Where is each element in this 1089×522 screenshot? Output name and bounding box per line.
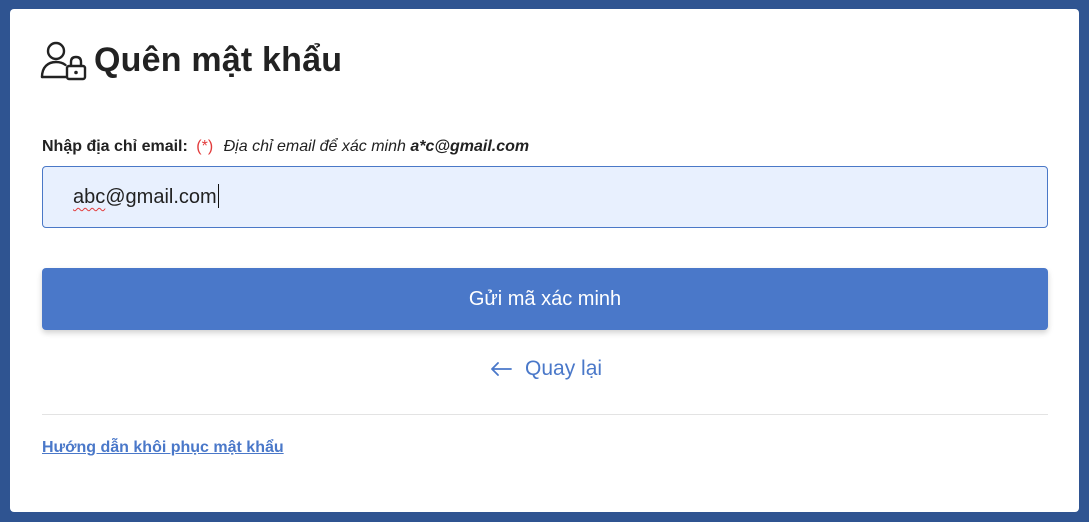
email-value-misspelled: abc: [73, 186, 106, 208]
divider: [42, 414, 1048, 415]
email-field-label: Nhập địa chỉ email: (*) Địa chỉ email để…: [42, 138, 529, 156]
email-input[interactable]: abc@gmail.com: [42, 166, 1048, 228]
forgot-password-card: Quên mật khẩu Nhập địa chỉ email: (*) Đị…: [10, 9, 1079, 512]
email-hint: Địa chỉ email để xác minh: [223, 138, 406, 155]
send-code-button[interactable]: Gửi mã xác minh: [42, 268, 1048, 330]
back-link-label: Quay lại: [525, 357, 603, 380]
back-link[interactable]: Quay lại: [490, 357, 602, 381]
page-header: Quên mật khẩu: [40, 39, 342, 81]
text-caret: [217, 183, 220, 208]
page-title: Quên mật khẩu: [94, 40, 343, 79]
email-label-text: Nhập địa chỉ email:: [42, 138, 188, 155]
required-marker: (*): [196, 138, 214, 155]
user-lock-icon: [40, 41, 87, 81]
recovery-guide-link[interactable]: Hướng dẫn khôi phục mật khẩu: [42, 439, 284, 457]
masked-email: a*c@gmail.com: [410, 138, 530, 155]
email-value-rest: @gmail.com: [105, 186, 217, 208]
arrow-left-icon: [491, 362, 512, 376]
